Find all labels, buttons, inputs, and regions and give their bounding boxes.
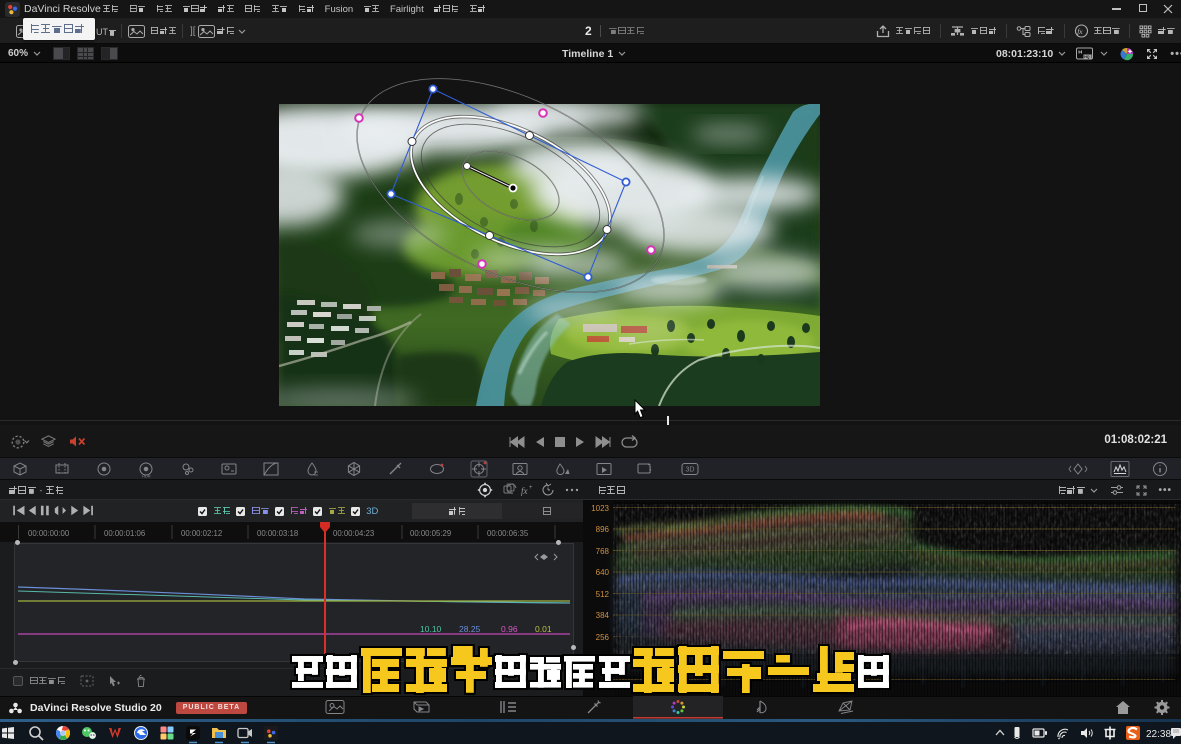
svg-text:0.01: 0.01 [535, 624, 552, 634]
svg-text:HDR: HDR [142, 474, 151, 479]
svg-text:22:38: 22:38 [1146, 729, 1171, 740]
svg-text:fx: fx [521, 486, 528, 496]
svg-text:640: 640 [596, 568, 610, 577]
svg-text:256: 256 [596, 633, 610, 642]
svg-text:fx: fx [1077, 27, 1083, 36]
svg-text:0.96: 0.96 [501, 624, 518, 634]
svg-text:HQ: HQ [1084, 55, 1090, 59]
svg-text:1023: 1023 [591, 504, 609, 513]
svg-text:384: 384 [596, 611, 610, 620]
svg-text:10.10: 10.10 [420, 624, 442, 634]
svg-text:896: 896 [596, 525, 610, 534]
svg-text:512: 512 [596, 590, 610, 599]
svg-text:768: 768 [596, 547, 610, 556]
svg-text:3D: 3D [686, 467, 695, 474]
svg-text:+: + [529, 485, 533, 491]
svg-text:28.25: 28.25 [459, 624, 481, 634]
